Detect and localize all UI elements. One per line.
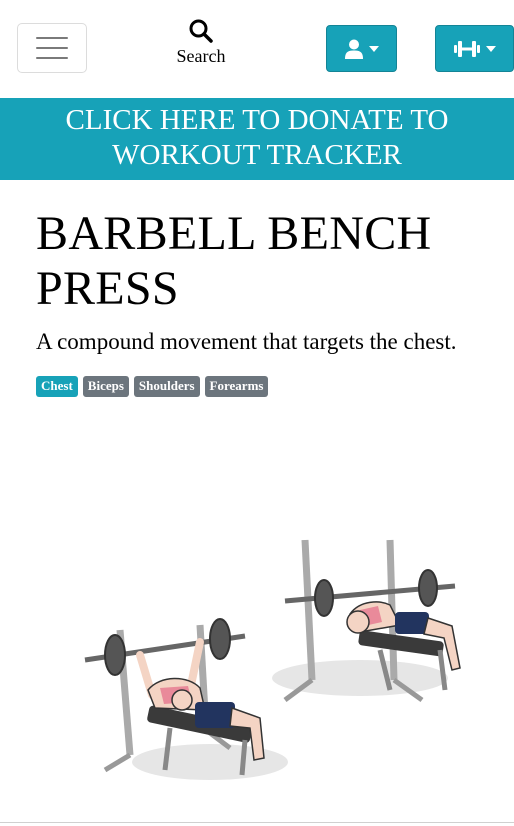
muscle-badge-chest: Chest <box>36 376 78 397</box>
exercise-title-line: BARBELL BENCH <box>36 207 432 260</box>
illustration-pose-top <box>272 539 461 703</box>
menu-toggle-button[interactable] <box>17 23 87 73</box>
hamburger-icon-bar <box>36 47 68 49</box>
workout-dropdown-button[interactable] <box>435 25 514 72</box>
dumbbell-icon <box>453 40 480 57</box>
user-dropdown-button[interactable] <box>326 25 397 72</box>
donate-banner-line: WORKOUT TRACKER <box>112 139 402 171</box>
search-link[interactable]: Search <box>166 18 236 66</box>
muscle-badge-forearms: Forearms <box>204 376 269 397</box>
muscle-badges: Chest Biceps Shoulders Forearms <box>36 376 506 397</box>
user-icon <box>344 39 363 59</box>
chevron-down-icon <box>485 45 496 52</box>
muscle-badge-biceps: Biceps <box>82 376 129 397</box>
search-label: Search <box>176 46 226 66</box>
hamburger-icon-bar <box>36 37 68 39</box>
muscle-badge-shoulders: Shoulders <box>133 376 200 397</box>
donate-banner-link[interactable]: CLICK HERE TO DONATE TO WORKOUT TRACKER <box>0 98 514 180</box>
exercise-title: BARBELL BENCH PRESS <box>36 206 506 316</box>
exercise-content: BARBELL BENCH PRESS A compound movement … <box>36 180 506 397</box>
donate-banner-line: CLICK HERE TO DONATE TO <box>65 104 449 136</box>
hamburger-icon-bar <box>36 57 68 59</box>
exercise-illustration <box>84 539 461 780</box>
exercise-description: A compound movement that targets the che… <box>36 329 457 354</box>
exercise-title-line: PRESS <box>36 262 179 315</box>
search-icon <box>189 19 213 43</box>
illustration-pose-bottom <box>84 618 288 780</box>
divider <box>0 822 514 826</box>
navbar: Search <box>0 0 514 98</box>
chevron-down-icon <box>368 45 379 52</box>
